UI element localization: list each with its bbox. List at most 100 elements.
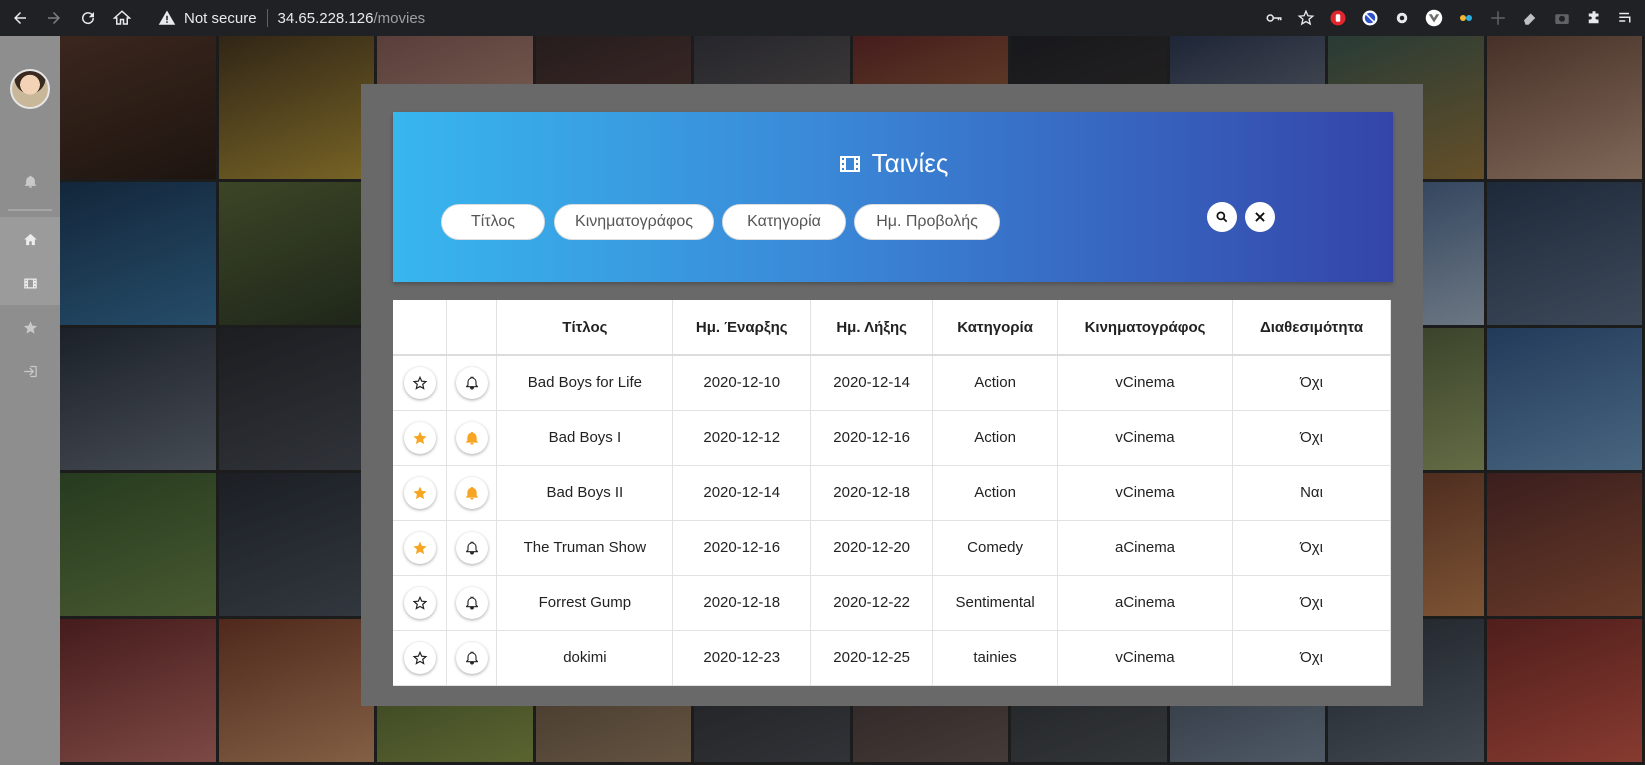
table-row: Forrest Gump 2020-12-18 2020-12-22 Sentimen… — [393, 575, 1392, 631]
sidebar — [0, 36, 60, 765]
search-icon — [1216, 211, 1228, 223]
category-cell: Action — [932, 355, 1059, 411]
media-queue-icon[interactable] — [1615, 7, 1637, 29]
category-cell: Action — [932, 410, 1059, 466]
availability-cell: Όχι — [1232, 630, 1392, 686]
security-label: Not secure — [184, 9, 257, 27]
star-filled-icon — [412, 485, 428, 501]
vue-devtools-icon[interactable] — [1423, 7, 1445, 29]
avatar[interactable] — [10, 69, 50, 109]
poster-image — [218, 36, 377, 182]
filter-title-button[interactable]: Τίτλος — [441, 204, 545, 240]
clear-filters-button[interactable] — [1245, 202, 1275, 232]
home-icon[interactable] — [108, 4, 136, 32]
bell-outline-icon — [464, 540, 480, 556]
favorite-cell — [393, 465, 448, 521]
favorite-toggle-button[interactable] — [403, 531, 436, 564]
start-date-cell: 2020-12-16 — [672, 520, 812, 576]
logout-icon — [23, 365, 37, 377]
eraser-icon[interactable] — [1519, 7, 1541, 29]
notify-toggle-button[interactable] — [455, 586, 488, 619]
bell-filled-icon — [464, 430, 480, 446]
start-date-cell: 2020-12-23 — [672, 630, 812, 686]
url-host: 34.65.228.126 — [277, 9, 374, 27]
settings-extension-icon[interactable] — [1391, 7, 1413, 29]
end-date-cell: 2020-12-16 — [810, 410, 934, 466]
notify-toggle-button[interactable] — [455, 421, 488, 454]
movie-title-cell: Bad Boys I — [496, 410, 674, 466]
poster-image — [1486, 181, 1645, 328]
privacy-badge-icon[interactable] — [1359, 7, 1381, 29]
adblock-icon[interactable] — [1327, 7, 1349, 29]
movies-header: Ταινίες Τίτλος Κινηματογράφος Κατηγορία … — [393, 112, 1393, 282]
bookmark-star-icon[interactable] — [1295, 7, 1317, 29]
movie-title-cell: The Truman Show — [496, 520, 674, 576]
address-bar[interactable]: Not secure 34.65.228.126/movies — [158, 0, 425, 36]
column-header[interactable]: Κατηγορία — [932, 300, 1059, 356]
key-icon[interactable] — [1263, 7, 1285, 29]
camera-icon[interactable] — [1551, 7, 1573, 29]
column-header[interactable]: Ημ. Λήξης — [810, 300, 934, 356]
sidebar-item-notifications[interactable] — [0, 159, 60, 203]
forward-icon[interactable] — [40, 4, 68, 32]
notify-toggle-button[interactable] — [455, 366, 488, 399]
poster-image — [60, 473, 219, 620]
filter-date-button[interactable]: Ημ. Προβολής — [854, 204, 1000, 240]
start-date-cell: 2020-12-14 — [672, 465, 812, 521]
notify-cell — [446, 575, 498, 631]
search-button[interactable] — [1207, 202, 1237, 232]
close-icon — [1255, 212, 1265, 222]
cinema-cell: vCinema — [1057, 465, 1233, 521]
favorite-cell — [393, 410, 448, 466]
poster-image — [218, 181, 377, 328]
cinema-cell: aCinema — [1057, 520, 1233, 576]
notify-toggle-button[interactable] — [455, 531, 488, 564]
favorite-cell — [393, 520, 448, 576]
favorite-column-header — [393, 300, 448, 356]
category-cell: Sentimental — [932, 575, 1059, 631]
category-cell: Action — [932, 465, 1059, 521]
table-row: Bad Boys I 2020-12-12 2020-12-16 Action vCin… — [393, 410, 1392, 466]
poster-image — [60, 619, 219, 765]
favorite-cell — [393, 575, 448, 631]
end-date-cell: 2020-12-20 — [810, 520, 934, 576]
end-date-cell: 2020-12-14 — [810, 355, 934, 411]
bell-outline-icon — [464, 595, 480, 611]
column-header[interactable]: Διαθεσιμότητα — [1232, 300, 1392, 356]
filter-category-button[interactable]: Κατηγορία — [722, 204, 846, 240]
favorite-toggle-button[interactable] — [403, 641, 436, 674]
column-header[interactable]: Τίτλος — [496, 300, 674, 356]
url-path: /movies — [373, 9, 426, 27]
notify-toggle-button[interactable] — [455, 641, 488, 674]
bell-outline-icon — [464, 375, 480, 391]
sidebar-item-logout[interactable] — [0, 349, 60, 393]
extensions-puzzle-icon[interactable] — [1583, 7, 1605, 29]
sidebar-item-favorites[interactable] — [0, 305, 60, 349]
sidebar-divider — [8, 209, 52, 211]
availability-cell: Όχι — [1232, 355, 1392, 411]
favorite-toggle-button[interactable] — [403, 476, 436, 509]
poster-image — [218, 619, 377, 765]
column-header[interactable]: Ημ. Έναρξης — [672, 300, 812, 356]
favorite-toggle-button[interactable] — [403, 366, 436, 399]
column-header[interactable]: Κινηματογράφος — [1057, 300, 1233, 356]
poster-image — [218, 473, 377, 620]
cinema-cell: vCinema — [1057, 355, 1233, 411]
favorite-toggle-button[interactable] — [403, 421, 436, 454]
reload-icon[interactable] — [74, 4, 102, 32]
dimmed-extension-icon[interactable] — [1487, 7, 1509, 29]
star-filled-icon — [412, 540, 428, 556]
notify-column-header — [446, 300, 498, 356]
tampermonkey-icon[interactable] — [1455, 7, 1477, 29]
filter-cinema-button[interactable]: Κινηματογράφος — [554, 204, 714, 240]
page-title-text: Ταινίες — [871, 148, 949, 178]
start-date-cell: 2020-12-18 — [672, 575, 812, 631]
back-icon[interactable] — [6, 4, 34, 32]
sidebar-item-movies[interactable] — [0, 261, 60, 305]
content-panel: Ταινίες Τίτλος Κινηματογράφος Κατηγορία … — [361, 84, 1423, 706]
notify-cell — [446, 465, 498, 521]
sidebar-item-home[interactable] — [0, 217, 60, 261]
favorite-toggle-button[interactable] — [403, 586, 436, 619]
notify-toggle-button[interactable] — [455, 476, 488, 509]
notify-cell — [446, 410, 498, 466]
